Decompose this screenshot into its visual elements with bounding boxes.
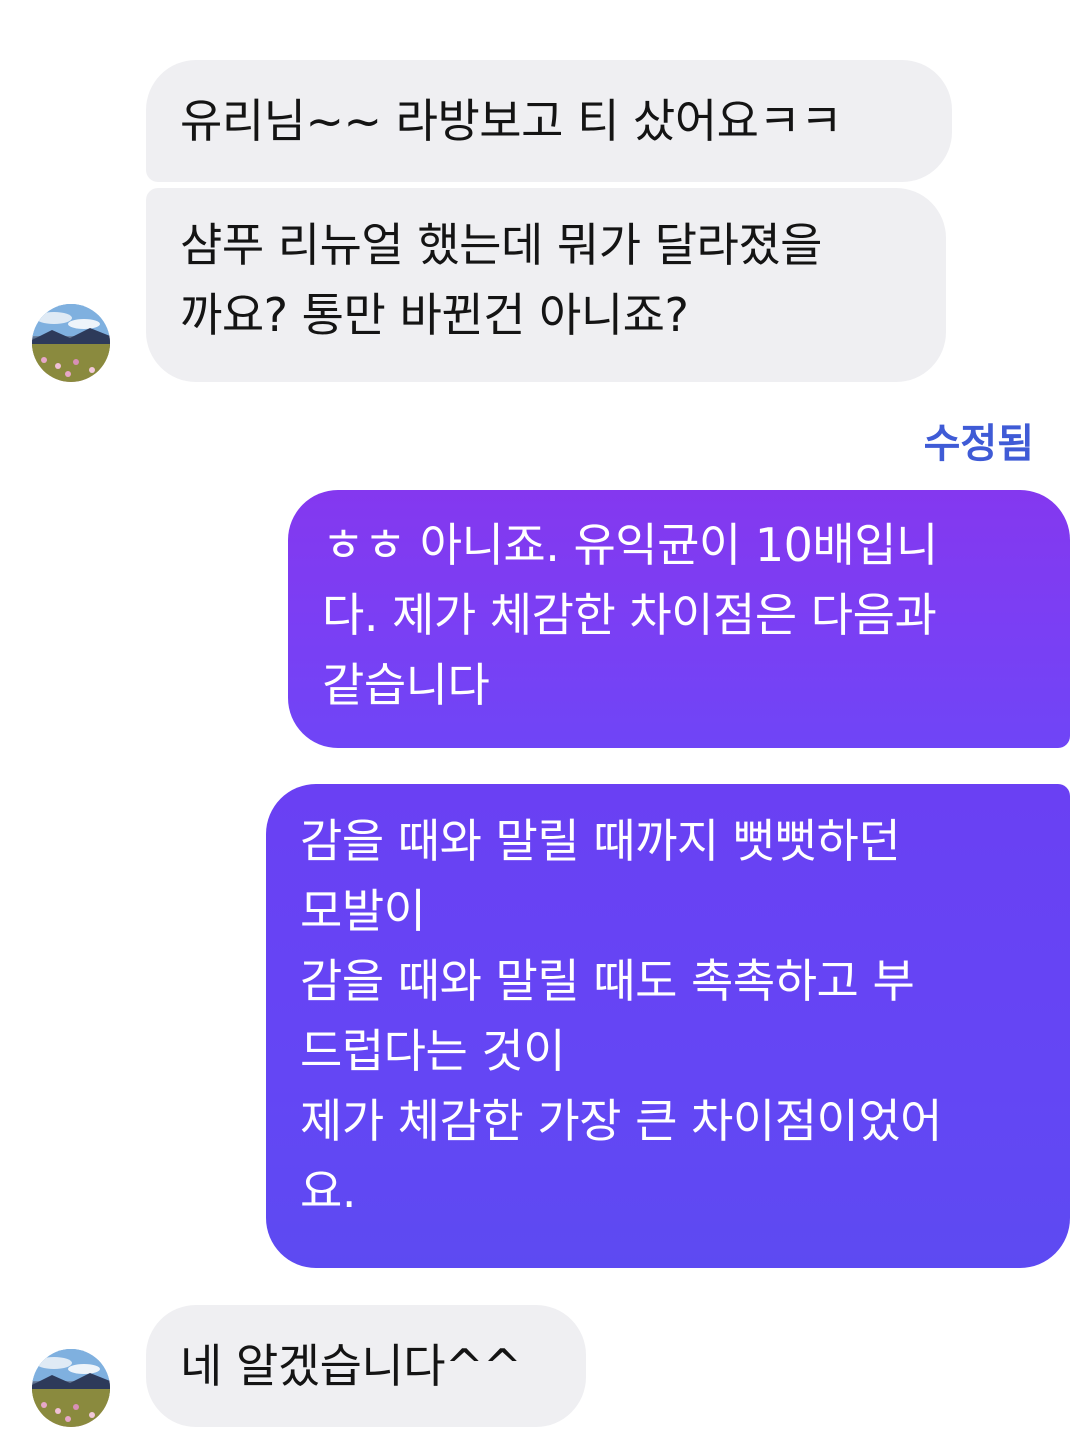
message-text-line: 같습니다 [322,658,490,712]
edited-label: 수정됨 [923,421,1034,467]
message-text-line: 제가 체감한 가장 큰 차이점이었어 [300,1094,942,1148]
avatar[interactable] [32,1349,110,1427]
incoming-message-bubble[interactable]: 네 알겠습니다^^ [146,1305,586,1427]
avatar[interactable] [32,304,110,382]
message-text-line: 요. [300,1164,356,1218]
message-text-line: 감을 때와 말릴 때도 촉촉하고 부 [300,954,915,1008]
avatar-landscape-icon [32,1349,110,1427]
message-text-line: 샴푸 리뉴얼 했는데 뭐가 달라졌을 [180,218,822,272]
message-text-line: 감을 때와 말릴 때까지 뻣뻣하던 [300,814,901,868]
message-text-line: 다. 제가 체감한 차이점은 다음과 [322,588,937,642]
avatar-landscape-icon [32,304,110,382]
message-text-line: 모발이 [300,884,426,938]
outgoing-message-bubble[interactable]: ㅎㅎ 아니죠. 유익균이 10배입니 다. 제가 체감한 차이점은 다음과 같습… [288,490,1070,748]
message-text: 유리님~~ 라방보고 티 샀어요ㅋㅋ [180,94,843,148]
message-text: 네 알겠습니다^^ [180,1339,522,1393]
incoming-message-bubble[interactable]: 유리님~~ 라방보고 티 샀어요ㅋㅋ [146,60,952,182]
message-text-line: 까요? 통만 바뀐건 아니죠? [180,288,689,342]
outgoing-message-bubble[interactable]: 감을 때와 말릴 때까지 뻣뻣하던 모발이 감을 때와 말릴 때도 촉촉하고 부… [266,784,1070,1268]
message-text-line: ㅎㅎ 아니죠. 유익균이 10배입니 [322,518,938,572]
incoming-message-bubble[interactable]: 샴푸 리뉴얼 했는데 뭐가 달라졌을 까요? 통만 바뀐건 아니죠? [146,188,946,382]
message-text-line: 드럽다는 것이 [300,1024,566,1078]
